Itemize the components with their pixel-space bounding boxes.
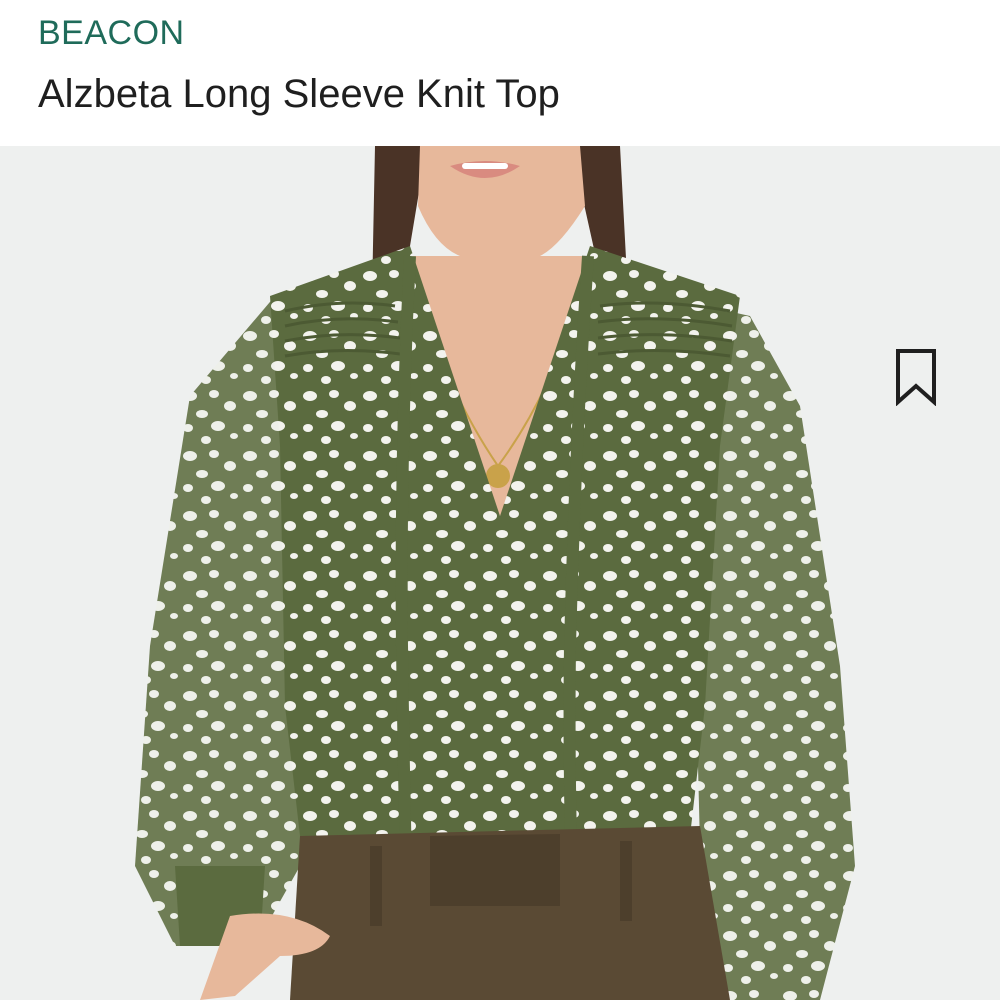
product-title: Alzbeta Long Sleeve Knit Top [38,72,560,116]
product-page: BEACON Alzbeta Long Sleeve Knit Top [0,0,1000,1000]
product-image[interactable] [0,146,1000,1000]
brand-name[interactable]: BEACON [38,14,185,53]
save-button[interactable] [886,342,946,412]
product-image-area[interactable] [0,146,1000,1000]
bookmark-icon [896,349,936,406]
product-header: BEACON Alzbeta Long Sleeve Knit Top [0,0,1000,146]
